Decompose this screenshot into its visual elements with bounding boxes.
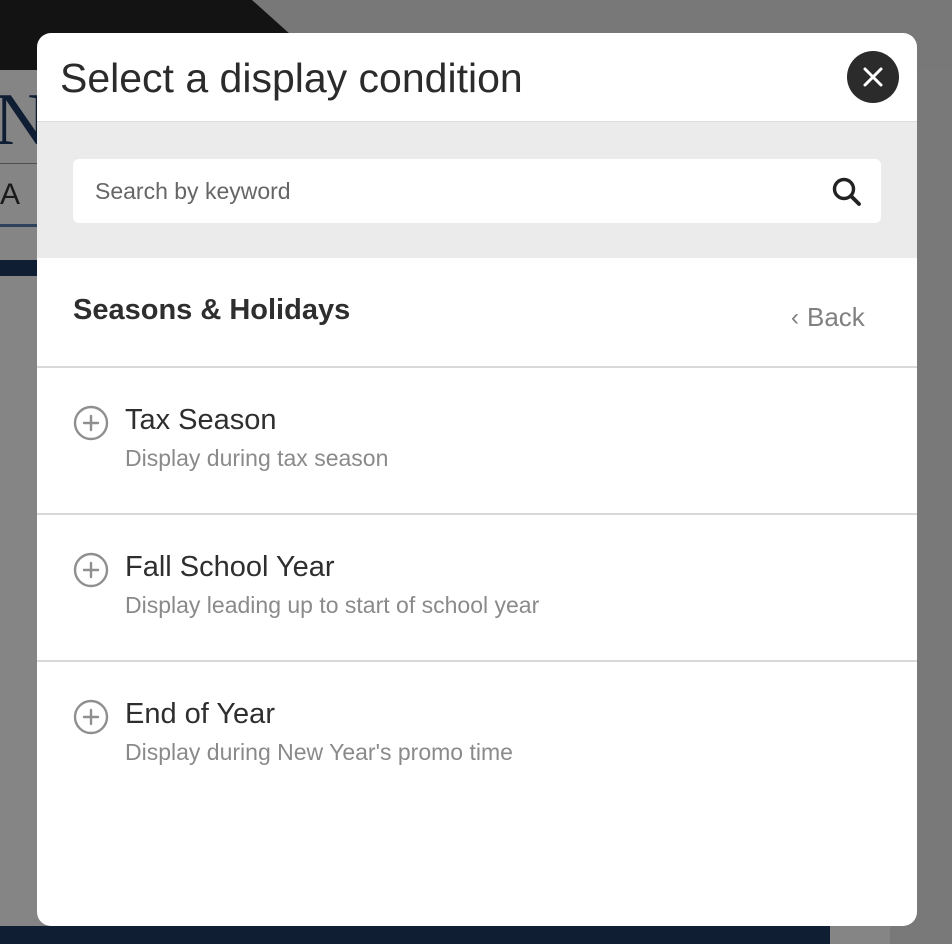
chevron-left-icon: ‹ <box>791 303 799 331</box>
condition-name: Tax Season <box>125 404 277 436</box>
condition-item-end-of-year[interactable]: End of Year Display during New Year's pr… <box>37 662 917 807</box>
section-title: Seasons & Holidays <box>73 294 351 326</box>
condition-list: Tax Season Display during tax season Fal… <box>37 368 917 807</box>
condition-description: Display during New Year's promo time <box>125 739 513 765</box>
section-header: Seasons & Holidays ‹ Back <box>37 258 917 368</box>
condition-name: End of Year <box>125 698 275 730</box>
close-button[interactable] <box>847 51 899 103</box>
plus-circle-icon[interactable] <box>73 552 109 588</box>
condition-name: Fall School Year <box>125 551 335 583</box>
plus-circle-icon[interactable] <box>73 405 109 441</box>
condition-item-fall-school-year[interactable]: Fall School Year Display leading up to s… <box>37 515 917 662</box>
search-area <box>37 122 917 258</box>
back-link[interactable]: ‹ Back <box>791 302 865 333</box>
display-condition-modal: Select a display condition Seasons & Hol… <box>37 33 917 926</box>
back-label: Back <box>807 302 865 332</box>
plus-circle-icon[interactable] <box>73 699 109 735</box>
search-icon[interactable] <box>831 176 863 208</box>
modal-title: Select a display condition <box>60 55 523 101</box>
search-input[interactable] <box>73 159 813 223</box>
condition-description: Display during tax season <box>125 445 389 471</box>
close-icon <box>863 67 883 87</box>
modal-header: Select a display condition <box>37 33 917 122</box>
search-box <box>73 159 881 223</box>
condition-description: Display leading up to start of school ye… <box>125 592 540 618</box>
condition-item-tax-season[interactable]: Tax Season Display during tax season <box>37 368 917 515</box>
